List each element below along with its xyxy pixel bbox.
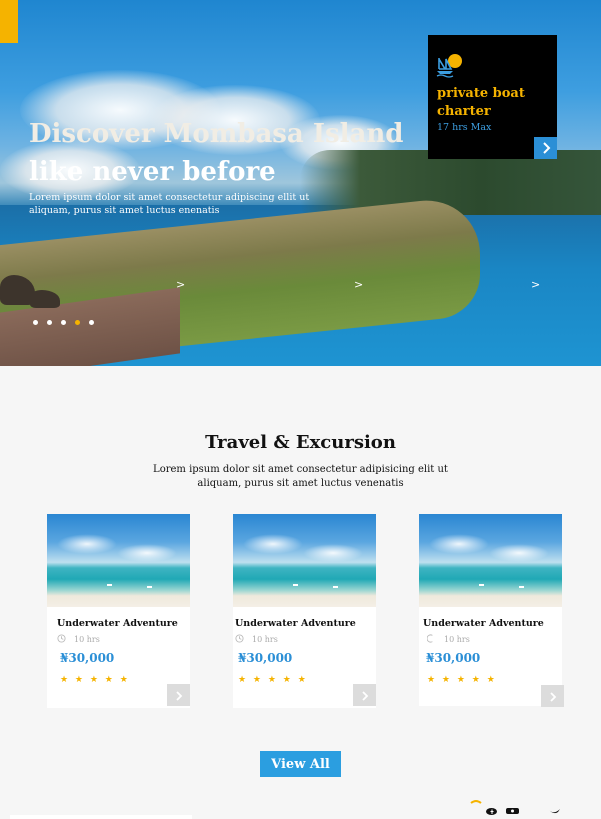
beach-image <box>233 514 376 607</box>
hero-arrow-1[interactable]: > <box>176 278 185 291</box>
hero-title: Discover Mombasa Island like never befor… <box>29 115 403 191</box>
excursion-card[interactable]: Underwater Adventure 10 hrs ₦30,000 ★ ★ … <box>47 514 190 708</box>
excursion-card[interactable]: Underwater Adventure 10 hrs ₦30,000 ★ ★ … <box>233 514 376 708</box>
hero-title-line2: like never before <box>29 157 276 187</box>
card-next-button[interactable] <box>167 684 190 706</box>
beach-image <box>47 514 190 607</box>
chevron-right-icon <box>175 686 183 705</box>
clock-icon <box>426 634 436 645</box>
slider-dot-active[interactable] <box>75 320 80 325</box>
card-rating-stars: ★ ★ ★ ★ ★ <box>60 675 130 685</box>
excursion-card[interactable]: Underwater Adventure 10 hrs ₦30,000 ★ ★ … <box>419 514 564 707</box>
facebook-icon[interactable] <box>486 800 497 819</box>
section-subtitle: Lorem ipsum dolor sit amet consectetur a… <box>153 464 448 489</box>
clock-icon <box>235 634 244 645</box>
card-next-button[interactable] <box>541 685 564 707</box>
clock-icon <box>57 634 66 645</box>
card-duration-text: 10 hrs <box>444 635 470 644</box>
boat-sun-icon <box>436 53 462 83</box>
promo-next-button[interactable] <box>534 137 557 159</box>
chevron-right-icon <box>361 686 369 705</box>
card-price: ₦30,000 <box>60 651 115 665</box>
hero-arrow-2[interactable]: > <box>354 278 363 291</box>
hero-arrow-3[interactable]: > <box>531 278 540 291</box>
promo-duration: 17 hrs Max <box>437 122 492 133</box>
slider-dot[interactable] <box>33 320 38 325</box>
sun-icon <box>470 790 482 809</box>
card-rating-stars: ★ ★ ★ ★ ★ <box>238 675 308 685</box>
corner-accent-tab <box>0 0 18 43</box>
card-price: ₦30,000 <box>238 651 293 665</box>
footer-panel <box>10 815 192 819</box>
chevron-right-icon <box>549 687 557 706</box>
card-duration-text: 10 hrs <box>74 635 100 644</box>
card-duration: 10 hrs <box>57 634 100 645</box>
card-duration: 10 hrs <box>235 634 278 645</box>
view-all-button[interactable]: View All <box>260 751 341 777</box>
card-title: Underwater Adventure <box>57 618 178 629</box>
slider-dots <box>33 320 94 325</box>
slider-dot[interactable] <box>61 320 66 325</box>
card-duration: 10 hrs <box>426 634 470 645</box>
card-next-button[interactable] <box>353 684 376 706</box>
card-price: ₦30,000 <box>426 651 481 665</box>
promo-title: private boat charter <box>437 86 525 119</box>
card-rating-stars: ★ ★ ★ ★ ★ <box>427 675 497 685</box>
card-title: Underwater Adventure <box>235 618 356 629</box>
hero-title-line1: Discover Mombasa Island <box>29 119 404 149</box>
twitter-icon[interactable] <box>549 800 560 819</box>
slider-dot[interactable] <box>89 320 94 325</box>
hero-subtitle: Lorem ipsum dolor sit amet consectetur a… <box>29 192 310 216</box>
youtube-icon[interactable] <box>506 800 519 819</box>
chevron-right-icon <box>541 139 551 158</box>
card-duration-text: 10 hrs <box>252 635 278 644</box>
section-title: Travel & Excursion <box>205 432 396 453</box>
beach-image <box>419 514 562 607</box>
slider-dot[interactable] <box>47 320 52 325</box>
card-title: Underwater Adventure <box>423 618 544 629</box>
